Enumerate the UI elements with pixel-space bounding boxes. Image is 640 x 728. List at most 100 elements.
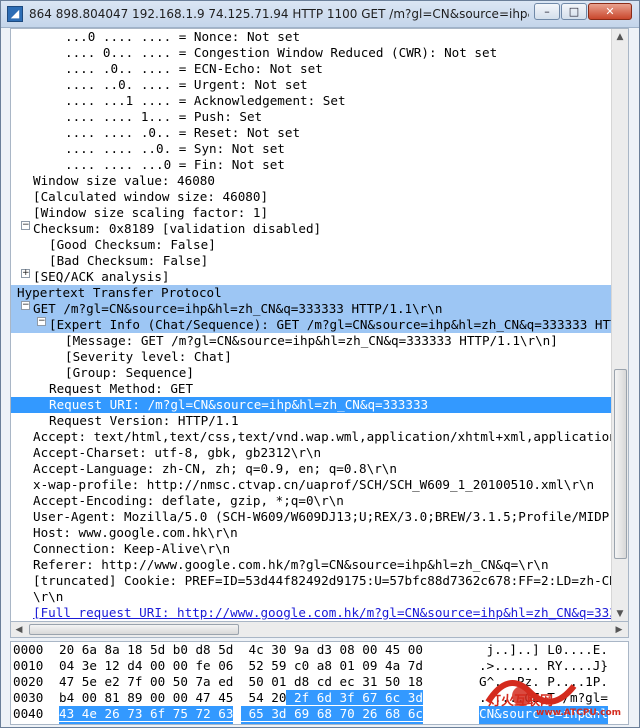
detail-row-text: [Bad Checksum: False]	[49, 253, 209, 268]
detail-row[interactable]: [Severity level: Chat]	[11, 349, 611, 365]
detail-row-text: Accept-Encoding: deflate, gzip, *;q=0\r\…	[33, 493, 344, 508]
packet-details-pane[interactable]: ...0 .... .... = Nonce: Not set.... 0...…	[10, 28, 629, 622]
detail-row-text: .... .... 1... = Push: Set	[65, 109, 263, 124]
detail-row[interactable]: − [Expert Info (Chat/Sequence): GET /m?gl…	[11, 317, 611, 333]
details-horizontal-scroll-thumb[interactable]	[29, 624, 239, 635]
detail-row[interactable]: \r\n	[11, 589, 611, 605]
detail-row[interactable]: Accept-Language: zh-CN, zh; q=0.9, en; q…	[11, 461, 611, 477]
hex-offset: 0040	[13, 706, 44, 721]
detail-row-text: \r\n	[33, 589, 64, 604]
hex-bytes: 47 5e e2 7f 00 50 7a ed 50 01 d8 cd ec 3…	[59, 674, 423, 689]
detail-row[interactable]: Accept: text/html,text/css,text/vnd.wap.…	[11, 429, 611, 445]
detail-row[interactable]: .... ...1 .... = Acknowledgement: Set	[11, 93, 611, 109]
detail-row[interactable]: Connection: Keep-Alive\r\n	[11, 541, 611, 557]
close-button[interactable]: ✕	[588, 3, 632, 20]
detail-row-text: Accept: text/html,text/css,text/vnd.wap.…	[33, 429, 611, 444]
detail-row[interactable]: Host: www.google.com.hk\r\n	[11, 525, 611, 541]
detail-row-text: [Group: Sequence]	[65, 365, 194, 380]
details-vertical-scroll-thumb[interactable]	[614, 369, 627, 559]
details-vertical-scrollbar[interactable]: ▲ ▼	[611, 29, 628, 621]
detail-row-text: [Good Checksum: False]	[49, 237, 216, 252]
detail-row-text: [SEQ/ACK analysis]	[33, 269, 170, 284]
detail-row-text: ...0 .... .... = Nonce: Not set	[65, 29, 301, 44]
watermark-url: www.ATCPU.com	[536, 708, 622, 718]
hex-row[interactable]: 0050 3d 7a 68 5f 43 4e 26 71 3d 33 33 33 …	[11, 722, 628, 724]
detail-row[interactable]: Accept-Encoding: deflate, gzip, *;q=0\r\…	[11, 493, 611, 509]
detail-row-text: .... 0... .... = Congestion Window Reduc…	[65, 45, 498, 60]
detail-row-text: .... ...1 .... = Acknowledgement: Set	[65, 93, 346, 108]
detail-row-text: Accept-Charset: utf-8, gbk, gb2312\r\n	[33, 445, 322, 460]
hex-bytes: b4 00 81 89 00 00 47 45 54 20 2f 6d 3f 6…	[59, 690, 423, 705]
detail-row[interactable]: [Good Checksum: False]	[11, 237, 611, 253]
detail-row[interactable]: [Window size scaling factor: 1]	[11, 205, 611, 221]
detail-row[interactable]: Referer: http://www.google.com.hk/m?gl=C…	[11, 557, 611, 573]
hex-row[interactable]: 0000 20 6a 8a 18 5d b0 d8 5d 4c 30 9a d3 …	[11, 642, 628, 658]
detail-row[interactable]: .... 0... .... = Congestion Window Reduc…	[11, 45, 611, 61]
maximize-button[interactable]: □	[561, 3, 587, 20]
detail-row[interactable]: Request Method: GET	[11, 381, 611, 397]
detail-row-text: .... ..0. .... = Urgent: Not set	[65, 77, 308, 92]
detail-row[interactable]: [Group: Sequence]	[11, 365, 611, 381]
detail-row-text: User-Agent: Mozilla/5.0 (SCH-W609/W609DJ…	[33, 509, 611, 524]
expand-icon[interactable]: +	[21, 269, 30, 278]
detail-row-text: [Full request URI: http://www.google.com…	[33, 605, 611, 620]
hex-bytes: 20 6a 8a 18 5d b0 d8 5d 4c 30 9a d3 08 0…	[59, 642, 423, 657]
detail-row[interactable]: [truncated] Cookie: PREF=ID=53d44f82492d…	[11, 573, 611, 589]
detail-row[interactable]: User-Agent: Mozilla/5.0 (SCH-W609/W609DJ…	[11, 509, 611, 525]
detail-row-text: .... .... .0.. = Reset: Not set	[65, 125, 301, 140]
detail-row[interactable]: [Calculated window size: 46080]	[11, 189, 611, 205]
hex-bytes: 04 3e 12 d4 00 00 fe 06 52 59 c0 a8 01 0…	[59, 658, 423, 673]
detail-row[interactable]: Hypertext Transfer Protocol	[11, 285, 611, 301]
detail-row-text: [truncated] Cookie: PREF=ID=53d44f82492d…	[33, 573, 611, 588]
hex-bytes: 3d 7a 68 5f 43 4e 26 71 3d 33 33 33 33 3…	[59, 722, 424, 724]
watermark-cn: 灯火互联网	[488, 694, 554, 709]
detail-row[interactable]: + [SEQ/ACK analysis]	[11, 269, 611, 285]
detail-row-text: Referer: http://www.google.com.hk/m?gl=C…	[33, 557, 549, 572]
detail-row[interactable]: .... ..0. .... = Urgent: Not set	[11, 77, 611, 93]
title-bar[interactable]: ◢ 864 898.804047 192.168.1.9 74.125.71.9…	[1, 1, 639, 28]
detail-row[interactable]: .... .... .0.. = Reset: Not set	[11, 125, 611, 141]
detail-row[interactable]: [Bad Checksum: False]	[11, 253, 611, 269]
hex-offset: 0030	[13, 690, 44, 705]
detail-row-text: Checksum: 0x8189 [validation disabled]	[33, 221, 322, 236]
minimize-button[interactable]: –	[534, 3, 560, 20]
collapse-icon[interactable]: −	[21, 221, 30, 230]
detail-row-text: .... .... ..0. = Syn: Not set	[65, 141, 285, 156]
hex-ascii: =zh_CN&q =333333	[479, 722, 608, 724]
hex-ascii: G^...Pz. P....1P.	[479, 674, 608, 689]
hex-row[interactable]: 0010 04 3e 12 d4 00 00 fe 06 52 59 c0 a8 …	[11, 658, 628, 674]
collapse-icon[interactable]: −	[21, 301, 30, 310]
detail-row[interactable]: − GET /m?gl=CN&source=ihp&hl=zh_CN&q=3333…	[11, 301, 611, 317]
detail-row[interactable]: .... .0.. .... = ECN-Echo: Not set	[11, 61, 611, 77]
detail-row-text: [Message: GET /m?gl=CN&source=ihp&hl=zh_…	[65, 333, 558, 348]
hex-offset: 0050	[13, 722, 43, 724]
detail-row[interactable]: x-wap-profile: http://nmsc.ctvap.cn/uapr…	[11, 477, 611, 493]
detail-row-text: [Expert Info (Chat/Sequence): GET /m?gl=…	[49, 317, 611, 332]
detail-row[interactable]: .... .... 1... = Push: Set	[11, 109, 611, 125]
detail-row[interactable]: [Full request URI: http://www.google.com…	[11, 605, 611, 621]
detail-row[interactable]: Accept-Charset: utf-8, gbk, gb2312\r\n	[11, 445, 611, 461]
detail-row[interactable]: ...0 .... .... = Nonce: Not set	[11, 29, 611, 45]
detail-row[interactable]: .... .... ..0. = Syn: Not set	[11, 141, 611, 157]
detail-row[interactable]: Window size value: 46080	[11, 173, 611, 189]
detail-row[interactable]: Request Version: HTTP/1.1	[11, 413, 611, 429]
hex-bytes: 43 4e 26 73 6f 75 72 63 65 3d 69 68 70 2…	[59, 706, 424, 721]
details-horizontal-scrollbar[interactable]: ◀ ▶	[10, 621, 629, 638]
detail-row[interactable]: .... .... ...0 = Fin: Not set	[11, 157, 611, 173]
scroll-right-arrow-icon[interactable]: ▶	[611, 622, 627, 638]
detail-row-text: Request Version: HTTP/1.1	[49, 413, 239, 428]
scroll-up-arrow-icon[interactable]: ▲	[612, 29, 628, 45]
detail-row-text: .... .... ...0 = Fin: Not set	[65, 157, 285, 172]
collapse-icon[interactable]: −	[37, 317, 46, 326]
detail-row[interactable]: Request URI: /m?gl=CN&source=ihp&hl=zh_C…	[11, 397, 611, 413]
packet-details-tree: ...0 .... .... = Nonce: Not set.... 0...…	[11, 29, 611, 621]
detail-row-text: [Severity level: Chat]	[65, 349, 232, 364]
detail-row-text: x-wap-profile: http://nmsc.ctvap.cn/uapr…	[33, 477, 595, 492]
detail-row-text: Request Method: GET	[49, 381, 194, 396]
detail-row[interactable]: [Message: GET /m?gl=CN&source=ihp&hl=zh_…	[11, 333, 611, 349]
detail-row-text: Connection: Keep-Alive\r\n	[33, 541, 231, 556]
scroll-left-arrow-icon[interactable]: ◀	[11, 622, 27, 638]
detail-row[interactable]: − Checksum: 0x8189 [validation disabled]	[11, 221, 611, 237]
hex-row[interactable]: 0020 47 5e e2 7f 00 50 7a ed 50 01 d8 cd …	[11, 674, 628, 690]
scroll-down-arrow-icon[interactable]: ▼	[612, 606, 628, 621]
